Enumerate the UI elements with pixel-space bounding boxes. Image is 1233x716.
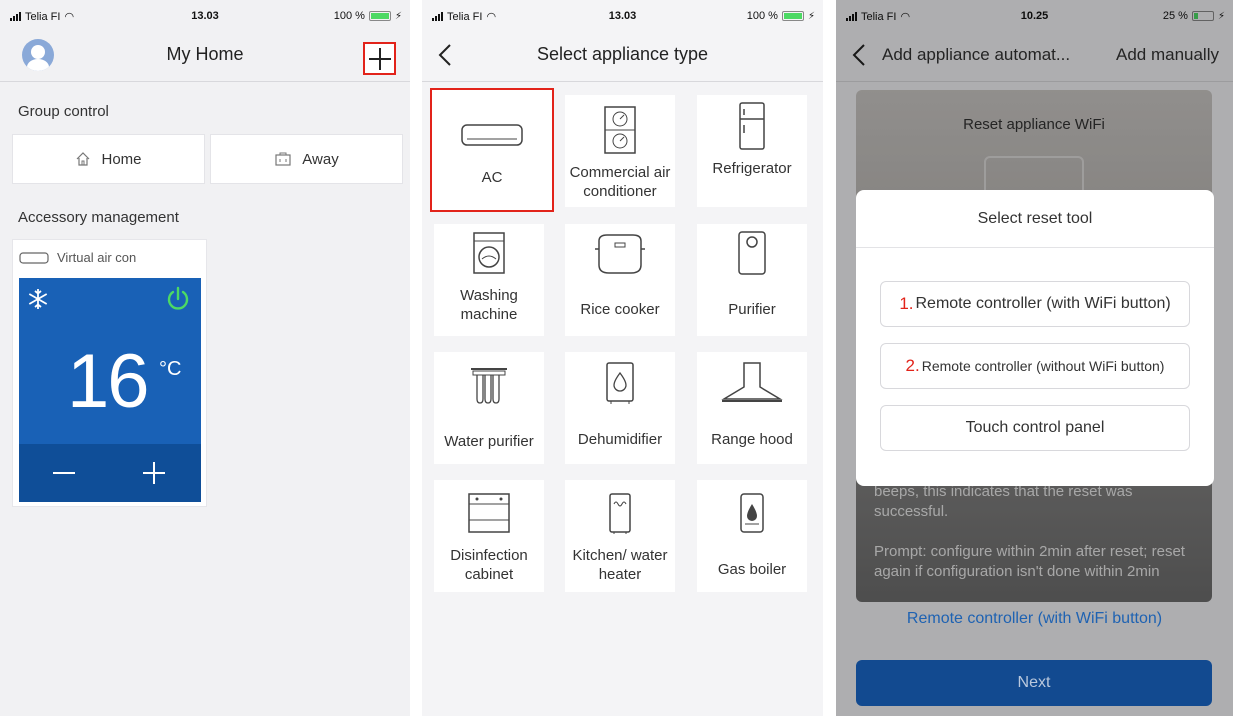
appliance-tile-dehumidifier[interactable]: Dehumidifier — [565, 352, 675, 464]
battery-status: 100 % ⚡ — [747, 10, 815, 22]
device-name-row: Virtual air con — [19, 250, 136, 265]
appliance-label: Range hood — [711, 431, 793, 448]
house-icon — [77, 152, 90, 166]
increase-temp-icon[interactable] — [143, 462, 165, 484]
battery-percent: 100 % — [746, 10, 778, 22]
appliance-tile-water-heater[interactable]: Kitchen/ water heater — [565, 480, 675, 592]
nav-bar: Select appliance type — [422, 28, 823, 82]
selected-tool-link[interactable]: Remote controller (with WiFi button) — [836, 610, 1233, 628]
appliance-tile-range-hood[interactable]: Range hood — [697, 352, 807, 464]
appliance-label: Kitchen/ water heater — [572, 547, 668, 583]
option-label: Remote controller (with WiFi button) — [915, 295, 1171, 312]
temp-controls — [19, 444, 201, 502]
option-number: 1. — [899, 294, 914, 313]
accessory-management-label: Accessory management — [18, 209, 179, 226]
battery-percent: 100 % — [333, 10, 365, 22]
appliance-label: Rice cooker — [580, 301, 660, 318]
water-heater-icon — [609, 493, 631, 534]
ac-unit-icon — [461, 124, 523, 146]
screen-select-appliance: Telia FI ◠ 13.03 100 % ⚡ Select applianc… — [422, 0, 823, 716]
gas-boiler-icon — [740, 493, 764, 533]
back-button[interactable] — [434, 40, 456, 70]
chevron-left-icon — [438, 44, 451, 66]
screen-my-home: Telia FI ◠ 13.03 100 % ⚡ My Home Group c… — [0, 0, 410, 716]
page-title: Select appliance type — [536, 44, 709, 64]
appliance-tile-purifier[interactable]: Purifier — [697, 224, 807, 336]
appliance-label: Purifier — [728, 301, 776, 318]
option-remote-without-wifi[interactable]: 2. Remote controller (without WiFi butto… — [880, 343, 1190, 389]
washing-machine-icon — [473, 232, 505, 274]
option-number: 2. — [905, 356, 920, 375]
option-touch-panel[interactable]: Touch control panel — [880, 405, 1190, 451]
appliance-tile-water-purifier[interactable]: Water purifier — [434, 352, 544, 464]
select-reset-tool-dialog: Select reset tool 1. Remote controller (… — [856, 190, 1214, 486]
temperature-unit: °C — [159, 358, 182, 380]
battery-icon — [781, 11, 804, 21]
appliance-tile-rice-cooker[interactable]: Rice cooker — [565, 224, 675, 336]
appliance-label: AC — [481, 169, 503, 186]
dehumidifier-icon — [606, 362, 634, 404]
battery-status: 100 % ⚡ — [334, 10, 402, 22]
plus-icon — [368, 47, 391, 70]
away-mode-label: Away — [302, 150, 339, 168]
device-card[interactable]: Virtual air con 16 °C — [12, 239, 207, 507]
option-label: Remote controller (without WiFi button) — [921, 358, 1165, 374]
appliance-tile-washing-machine[interactable]: Washing machine — [434, 224, 544, 336]
device-name: Virtual air con — [57, 250, 137, 265]
page-title: My Home — [166, 44, 244, 64]
appliance-tile-refrigerator[interactable]: Refrigerator — [697, 95, 807, 207]
appliance-label: Gas boiler — [717, 561, 787, 578]
appliance-tile-commercial-ac[interactable]: Commercial air conditioner — [565, 95, 675, 207]
next-button[interactable]: Next — [856, 660, 1212, 706]
range-hood-icon — [721, 362, 783, 402]
option-remote-with-wifi[interactable]: 1. Remote controller (with WiFi button) — [880, 281, 1190, 327]
commercial-ac-icon — [604, 106, 636, 154]
purifier-icon — [738, 231, 766, 275]
appliance-label: Disinfection cabinet — [450, 547, 528, 583]
ac-unit-icon — [19, 251, 49, 264]
snowflake-icon — [28, 289, 48, 309]
charging-icon: ⚡ — [807, 10, 815, 22]
appliance-label: Dehumidifier — [577, 431, 663, 448]
add-appliance-button[interactable] — [363, 42, 396, 75]
group-control-label: Group control — [18, 103, 109, 120]
dialog-title: Select reset tool — [977, 210, 1093, 227]
charging-icon: ⚡ — [394, 10, 402, 22]
appliance-tile-gas-boiler[interactable]: Gas boiler — [697, 480, 807, 592]
ac-control-tile[interactable]: 16 °C — [19, 278, 201, 502]
option-label: Touch control panel — [965, 419, 1105, 436]
home-mode-button[interactable]: Home — [12, 134, 205, 184]
appliance-tile-disinfection-cabinet[interactable]: Disinfection cabinet — [434, 480, 544, 592]
appliance-label: Refrigerator — [712, 160, 792, 177]
power-icon[interactable] — [165, 286, 191, 312]
minus-icon[interactable] — [53, 472, 75, 474]
appliance-label: Water purifier — [444, 433, 534, 450]
rice-cooker-icon — [595, 234, 645, 274]
battery-icon — [368, 11, 391, 21]
divider — [856, 247, 1214, 248]
nav-bar: My Home — [0, 28, 410, 82]
appliance-tile-ac[interactable]: AC — [430, 88, 554, 212]
water-purifier-icon — [471, 368, 507, 404]
avatar[interactable] — [22, 39, 54, 71]
home-mode-label: Home — [101, 150, 142, 168]
temperature-value: 16 — [67, 339, 150, 424]
status-bar: Telia FI ◠ 13.03 100 % ⚡ — [0, 0, 410, 28]
refrigerator-icon — [739, 102, 765, 150]
away-mode-button[interactable]: Away — [210, 134, 403, 184]
appliance-label: Commercial air conditioner — [569, 164, 671, 200]
suitcase-icon — [275, 152, 291, 166]
status-bar: Telia FI ◠ 13.03 100 % ⚡ — [422, 0, 823, 28]
screen-add-appliance: Telia FI ◠ 10.25 25 % ⚡ Add appliance au… — [836, 0, 1233, 716]
disinfection-cabinet-icon — [468, 493, 510, 533]
appliance-label: Washing machine — [460, 287, 518, 323]
